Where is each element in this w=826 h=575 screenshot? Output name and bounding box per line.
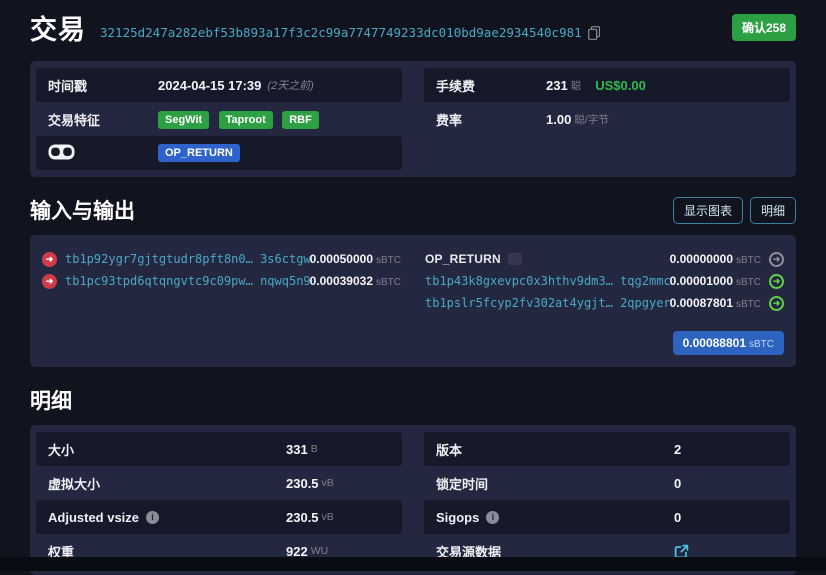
- timestamp-row: 时间戳 2024-04-15 17:39 (2天之前): [36, 68, 402, 102]
- output-row: tb1p43k8gxevpc0x3hthv9dm3… tqg2mmc4 0.00…: [425, 271, 784, 291]
- fee-unit: 聪: [571, 78, 582, 93]
- timestamp-label: 时间戳: [48, 76, 158, 95]
- output-amount: 0.00000000sBTC: [670, 252, 761, 266]
- vsize-label: 虚拟大小: [48, 474, 286, 493]
- rbf-badge[interactable]: RBF: [282, 111, 319, 129]
- input-amount: 0.00039032sBTC: [310, 274, 401, 288]
- transaction-info-box: 时间戳 2024-04-15 17:39 (2天之前) 交易特征 SegWit …: [30, 61, 796, 177]
- op-return-data-chip[interactable]: [508, 253, 522, 265]
- feerate-unit: 聪/字节: [574, 112, 608, 127]
- output-amount: 0.00001000sBTC: [670, 274, 761, 288]
- show-diagram-button[interactable]: 显示图表: [673, 197, 743, 224]
- info-left-table: 时间戳 2024-04-15 17:39 (2天之前) 交易特征 SegWit …: [36, 68, 402, 170]
- txid-link[interactable]: 32125d247a282ebf53b893a17f3c2c99a7747749…: [100, 25, 582, 40]
- fee-label: 手续费: [436, 76, 546, 95]
- feerate-value: 1.00: [546, 112, 571, 127]
- segwit-badge[interactable]: SegWit: [158, 111, 209, 129]
- details-box: 大小 331 B 虚拟大小 230.5 vB Adjusted vsize i …: [30, 425, 796, 575]
- taproot-badge[interactable]: Taproot: [219, 111, 273, 129]
- size-value: 331: [286, 442, 308, 457]
- input-row: ➜ tb1p92ygr7gjtgtudr8pft8n0… 3s6ctgwd 0.…: [42, 249, 401, 269]
- locktime-label: 锁定时间: [436, 474, 674, 493]
- features-row: 交易特征 SegWit Taproot RBF: [36, 102, 402, 136]
- input-row: ➜ tb1pc93tpd6qtqngvtc9c09pw… nqwq5n96 0.…: [42, 271, 401, 291]
- input-arrow-icon[interactable]: ➜: [42, 274, 57, 289]
- input-arrow-icon[interactable]: ➜: [42, 252, 57, 267]
- copy-icon[interactable]: [588, 26, 600, 40]
- inputs-outputs-box: ➜ tb1p92ygr7gjtgtudr8pft8n0… 3s6ctgwd 0.…: [30, 235, 796, 367]
- size-row: 大小 331 B: [36, 432, 402, 466]
- feerate-row: 费率 1.00 聪/字节: [424, 102, 790, 136]
- output-unspendable-icon[interactable]: ➜: [769, 252, 784, 267]
- version-row: 版本 2: [424, 432, 790, 466]
- output-address-link[interactable]: tb1pslr5fcyp2fv302at4ygjt… 2qpgyer0: [425, 296, 670, 310]
- op-return-output-label: OP_RETURN: [425, 252, 501, 266]
- feerate-label: 费率: [436, 110, 546, 129]
- adjusted-vsize-row: Adjusted vsize i 230.5 vB: [36, 500, 402, 534]
- output-amount: 0.00087801sBTC: [670, 296, 761, 310]
- vsize-row: 虚拟大小 230.5 vB: [36, 466, 402, 500]
- details-left-table: 大小 331 B 虚拟大小 230.5 vB Adjusted vsize i …: [36, 432, 402, 568]
- footer-strip: [0, 557, 826, 571]
- io-section-header: 输入与输出 显示图表 明细: [30, 195, 796, 225]
- io-details-button[interactable]: 明细: [750, 197, 796, 224]
- fee-row: 手续费 231 聪 US$0.00: [424, 68, 790, 102]
- size-unit: B: [311, 443, 318, 455]
- info-icon[interactable]: i: [486, 511, 499, 524]
- op-return-feature-badge[interactable]: OP_RETURN: [158, 144, 240, 162]
- locktime-row: 锁定时间 0: [424, 466, 790, 500]
- info-icon[interactable]: i: [146, 511, 159, 524]
- spacer-row: [424, 136, 790, 170]
- size-label: 大小: [48, 440, 286, 459]
- locktime-value: 0: [674, 476, 681, 491]
- inputs-column: ➜ tb1p92ygr7gjtgtudr8pft8n0… 3s6ctgwd 0.…: [42, 249, 401, 355]
- confirmations-badge[interactable]: 确认258: [732, 14, 796, 41]
- info-right-table: 手续费 231 聪 US$0.00 费率 1.00 聪/字节: [424, 68, 790, 170]
- output-row-opreturn: OP_RETURN 0.00000000sBTC ➜: [425, 249, 784, 269]
- input-address-link[interactable]: tb1pc93tpd6qtqngvtc9c09pw… nqwq5n96: [65, 274, 310, 288]
- total-amount-button[interactable]: 0.00088801sBTC: [673, 331, 784, 355]
- weight-unit: WU: [311, 545, 329, 557]
- timestamp-relative: (2天之前): [267, 77, 313, 93]
- output-row: tb1pslr5fcyp2fv302at4ygjt… 2qpgyer0 0.00…: [425, 293, 784, 313]
- output-spend-icon[interactable]: ➜: [769, 296, 784, 311]
- features-label: 交易特征: [48, 110, 158, 129]
- goggles-row: OP_RETURN: [36, 136, 402, 170]
- adjusted-vsize-label: Adjusted vsize i: [48, 510, 286, 525]
- io-section-title: 输入与输出: [30, 195, 135, 225]
- timestamp-value: 2024-04-15 17:39: [158, 78, 261, 93]
- output-address-link[interactable]: tb1p43k8gxevpc0x3hthv9dm3… tqg2mmc4: [425, 274, 670, 288]
- fee-value: 231: [546, 78, 568, 93]
- sigops-value: 0: [674, 510, 681, 525]
- output-spend-icon[interactable]: ➜: [769, 274, 784, 289]
- details-section-header: 明细: [30, 385, 796, 415]
- version-value: 2: [674, 442, 681, 457]
- adjusted-vsize-value: 230.5: [286, 510, 319, 525]
- sigops-label: Sigops i: [436, 510, 674, 525]
- fee-fiat-value: US$0.00: [595, 78, 646, 93]
- details-right-table: 版本 2 锁定时间 0 Sigops i 0 交易源数据: [424, 432, 790, 568]
- vsize-value: 230.5: [286, 476, 319, 491]
- goggles-icon[interactable]: [48, 144, 158, 163]
- page-header: 交易 32125d247a282ebf53b893a17f3c2c99a7747…: [30, 8, 796, 47]
- version-label: 版本: [436, 440, 674, 459]
- input-amount: 0.00050000sBTC: [310, 252, 401, 266]
- outputs-column: OP_RETURN 0.00000000sBTC ➜ tb1p43k8gxevp…: [425, 249, 784, 355]
- sigops-row: Sigops i 0: [424, 500, 790, 534]
- page-title: 交易: [30, 8, 86, 47]
- transaction-page: 交易 32125d247a282ebf53b893a17f3c2c99a7747…: [0, 0, 826, 575]
- vsize-unit: vB: [322, 477, 334, 489]
- details-section-title: 明细: [30, 385, 72, 415]
- adjusted-vsize-unit: vB: [322, 511, 334, 523]
- input-address-link[interactable]: tb1p92ygr7gjtgtudr8pft8n0… 3s6ctgwd: [65, 252, 310, 266]
